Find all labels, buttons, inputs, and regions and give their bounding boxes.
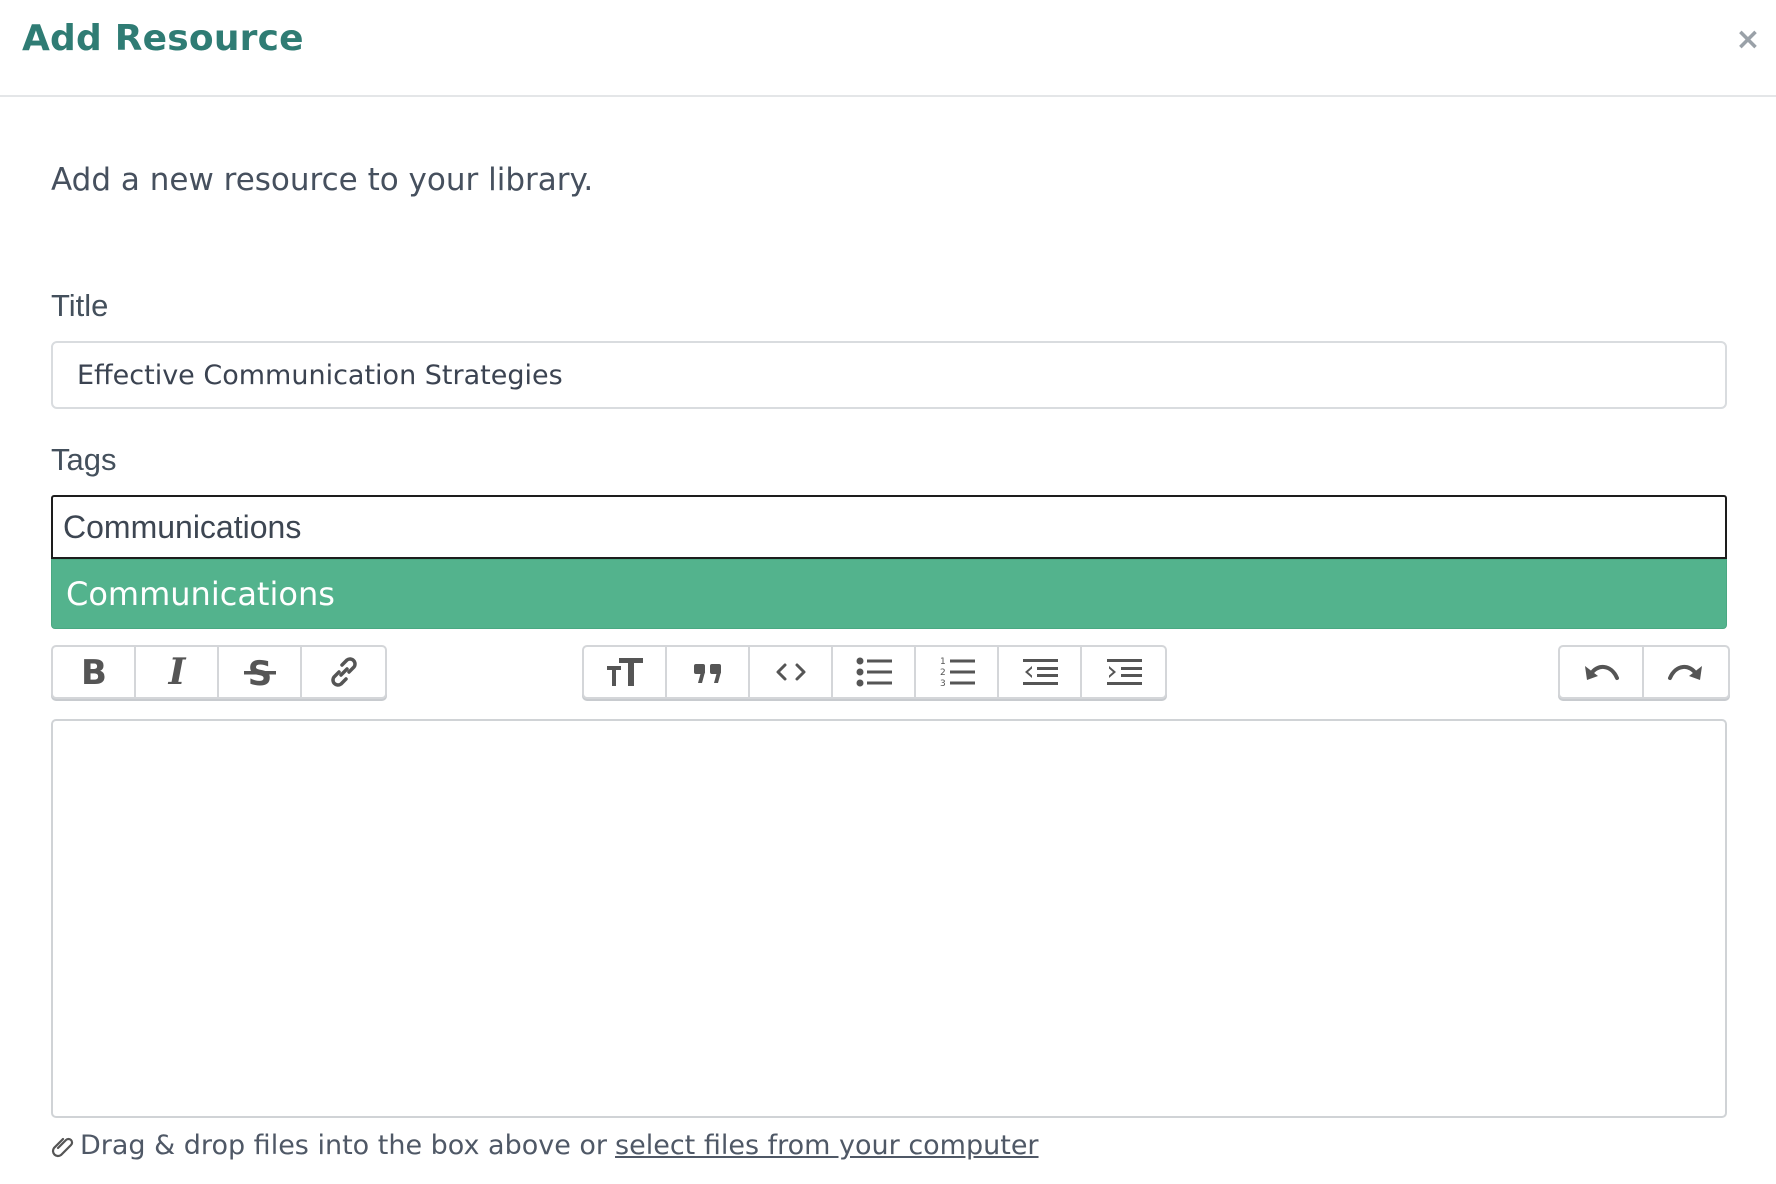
- bold-icon: B: [81, 653, 107, 692]
- numbered-list-icon: 123: [940, 657, 975, 689]
- text-format-toolbar: B I S: [51, 645, 387, 699]
- numbered-list-button[interactable]: 123: [916, 647, 999, 697]
- block-format-toolbar: 123: [582, 645, 1167, 699]
- svg-text:B: B: [81, 653, 107, 692]
- strikethrough-button[interactable]: S: [219, 647, 302, 697]
- code-icon: [776, 663, 805, 681]
- bullet-list-button[interactable]: [833, 647, 916, 697]
- tags-input[interactable]: [51, 495, 1727, 559]
- close-icon[interactable]: ×: [1733, 22, 1763, 58]
- link-button[interactable]: [302, 647, 385, 697]
- modal-title: Add Resource: [22, 18, 304, 59]
- modal-header: Add Resource ×: [0, 0, 1776, 97]
- quote-button[interactable]: [667, 647, 750, 697]
- history-toolbar: [1558, 645, 1730, 699]
- code-button[interactable]: [750, 647, 833, 697]
- quote-icon: [693, 664, 721, 683]
- link-icon: [330, 657, 357, 687]
- bullet-list-icon: [856, 657, 892, 687]
- paperclip-icon: [51, 1137, 74, 1157]
- heading-button[interactable]: [584, 647, 667, 697]
- tag-suggestion-item[interactable]: Communications: [51, 559, 1727, 629]
- redo-button[interactable]: [1644, 647, 1728, 697]
- description-editor[interactable]: [51, 719, 1727, 1118]
- heading-icon: [606, 658, 643, 686]
- svg-text:I: I: [167, 652, 186, 692]
- redo-icon: [1668, 665, 1702, 680]
- undo-button[interactable]: [1560, 647, 1644, 697]
- outdent-icon: [1022, 659, 1058, 685]
- intro-text: Add a new resource to your library.: [51, 162, 594, 198]
- strikethrough-icon: S: [243, 654, 276, 692]
- title-input[interactable]: [51, 341, 1727, 409]
- svg-text:2: 2: [940, 668, 946, 678]
- select-files-link[interactable]: select files from your computer: [615, 1130, 1039, 1161]
- svg-text:1: 1: [940, 657, 946, 667]
- tags-label: Tags: [51, 442, 117, 477]
- bold-button[interactable]: B: [53, 647, 136, 697]
- indent-icon: [1106, 659, 1142, 685]
- file-upload-hint: Drag & drop files into the box above or …: [50, 1130, 1039, 1161]
- undo-icon: [1585, 665, 1619, 680]
- italic-icon: I: [167, 652, 186, 692]
- upload-hint-text: Drag & drop files into the box above or: [80, 1130, 608, 1161]
- outdent-button[interactable]: [999, 647, 1082, 697]
- svg-text:3: 3: [940, 679, 946, 689]
- italic-button[interactable]: I: [136, 647, 219, 697]
- title-label: Title: [51, 288, 109, 323]
- indent-button[interactable]: [1082, 647, 1165, 697]
